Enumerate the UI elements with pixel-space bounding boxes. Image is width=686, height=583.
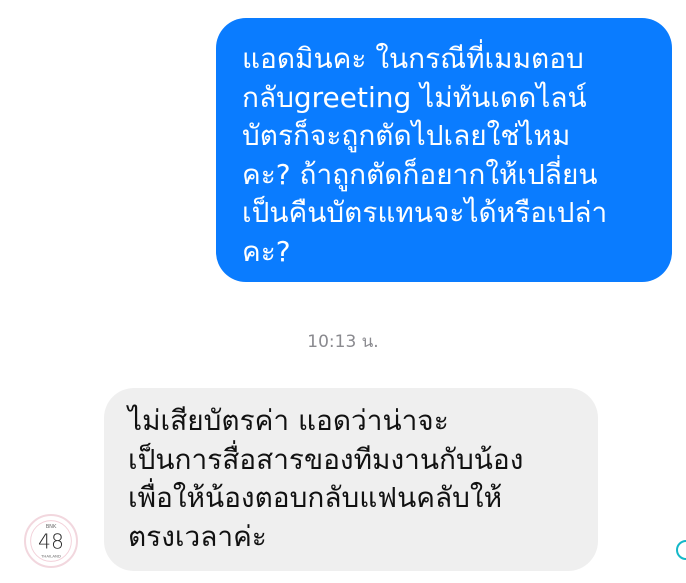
incoming-message-bubble[interactable]: ไม่เสียบัตรค่า แอดว่าน่าจะ เป็นการสื่อสา… — [104, 388, 598, 571]
avatar[interactable]: BNK 48 THAILAND — [24, 514, 78, 568]
chat-thread: แอดมินคะ ในกรณีที่เมมตอบ กลับgreeting ไม… — [0, 0, 686, 583]
logo-bottom-text: THAILAND — [40, 554, 61, 559]
logo-number-text: 48 — [38, 529, 64, 553]
message-timestamp: 10:13 น. — [307, 332, 379, 352]
outgoing-message-bubble[interactable]: แอดมินคะ ในกรณีที่เมมตอบ กลับgreeting ไม… — [216, 18, 672, 282]
circle-icon — [676, 540, 686, 560]
bnk48-logo-icon: BNK 48 THAILAND — [30, 520, 72, 562]
